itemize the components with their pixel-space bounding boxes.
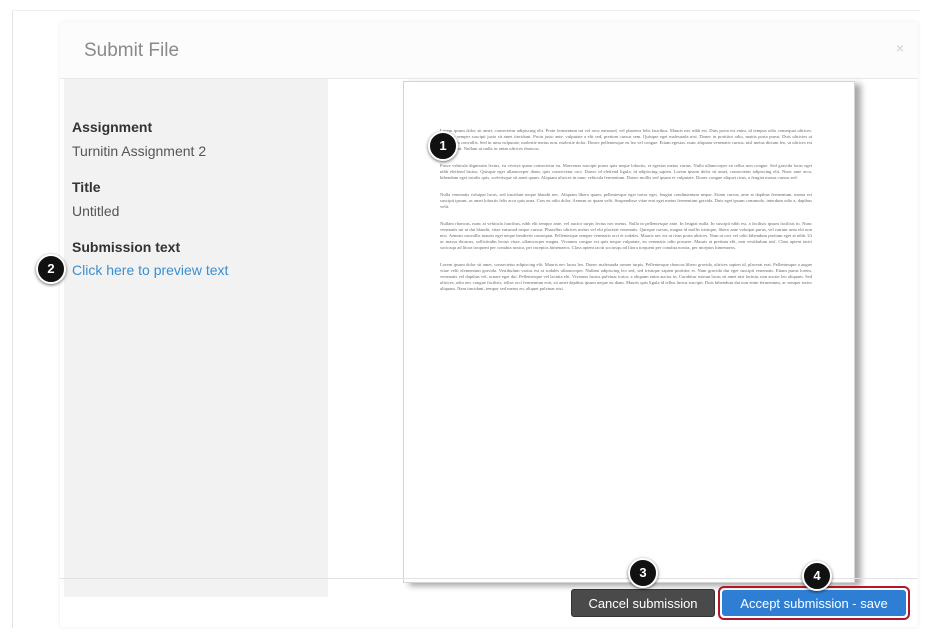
title-value: Untitled bbox=[72, 203, 120, 219]
document-paragraph: Nulla venenatis volutpat lacus, sed tinc… bbox=[440, 192, 813, 209]
submission-text-label: Submission text bbox=[72, 239, 181, 255]
cancel-submission-button[interactable]: Cancel submission bbox=[571, 589, 715, 617]
dialog-header: Submit File × bbox=[60, 22, 918, 79]
accept-submission-button[interactable]: Accept submission - save bbox=[722, 590, 906, 616]
callout-badge-3: 3 bbox=[628, 558, 658, 588]
document-paragraph: Fusce vehicula dignissim lectus, eu vive… bbox=[440, 163, 812, 180]
close-icon[interactable]: × bbox=[896, 40, 904, 56]
document-text: Lorem ipsum dolor sit amet, consectetur … bbox=[440, 128, 812, 303]
preview-text-link[interactable]: Click here to preview text bbox=[72, 262, 228, 278]
dialog-title: Submit File bbox=[84, 40, 180, 61]
assignment-label: Assignment bbox=[72, 119, 153, 135]
document-paragraph: Nullam rhoncus, nunc at vehicula faucibu… bbox=[440, 221, 812, 250]
document-paragraph: Lorem ipsum dolor sit amet, consectetur … bbox=[440, 262, 812, 291]
title-label: Title bbox=[72, 179, 101, 195]
callout-badge-1: 1 bbox=[428, 131, 458, 161]
accept-button-highlight: Accept submission - save bbox=[718, 586, 910, 620]
document-paragraph: Lorem ipsum dolor sit amet, consectetur … bbox=[440, 128, 813, 151]
assignment-value: Turnitin Assignment 2 bbox=[72, 143, 207, 159]
document-preview: Lorem ipsum dolor sit amet, consectetur … bbox=[403, 81, 855, 583]
submission-details-sidebar: Assignment Turnitin Assignment 2 Title U… bbox=[64, 79, 328, 597]
footer-divider bbox=[60, 578, 918, 579]
callout-badge-2: 2 bbox=[36, 254, 66, 284]
callout-badge-4: 4 bbox=[802, 561, 832, 591]
